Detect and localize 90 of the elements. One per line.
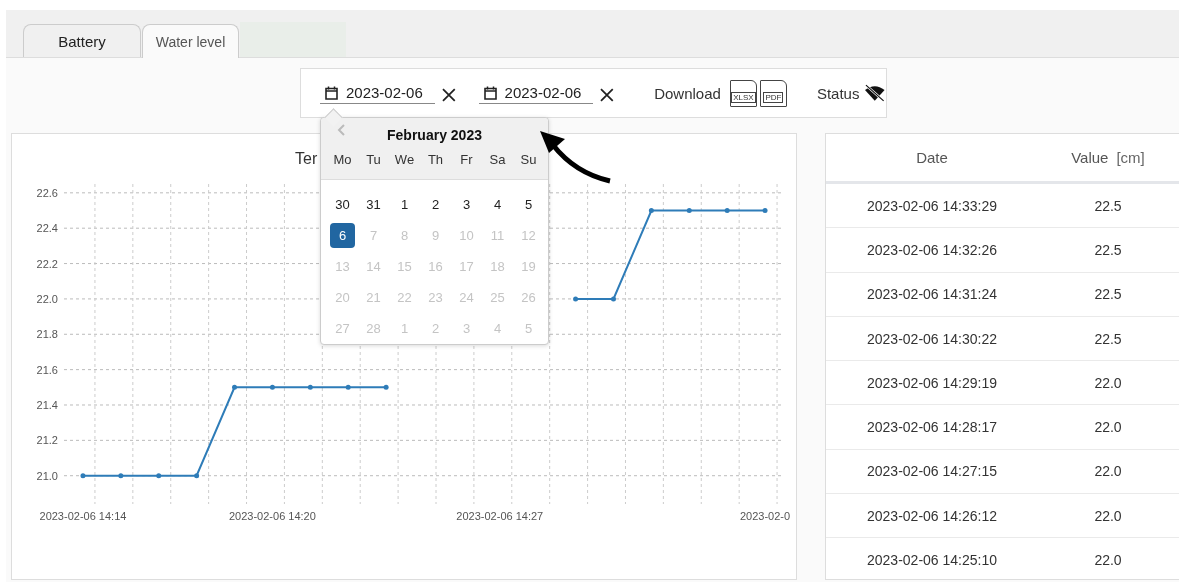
day-cell-text: 22 <box>396 289 413 307</box>
day-cell-text: 2 <box>430 320 441 338</box>
table-cell-text: 2023-02-06 14:26:12 <box>866 507 998 524</box>
axis-label: 21.0 <box>36 469 58 482</box>
day-cell-text: 10 <box>458 227 475 245</box>
close-icon[interactable] <box>441 88 456 102</box>
table-cell-text: 2023-02-06 14:32:26 <box>866 241 998 258</box>
column-header: Value <box>1071 149 1109 166</box>
day-cell-text: 24 <box>458 289 475 307</box>
day-cell-text: 9 <box>430 227 441 245</box>
day-cell-text: 16 <box>427 258 444 276</box>
day-cell[interactable]: 30 <box>327 192 358 217</box>
day-cell-text: 19 <box>520 258 537 276</box>
table-cell-text: 22.5 <box>1093 330 1123 347</box>
axis-label: 2023-02-0 <box>739 510 791 522</box>
tab[interactable]: Battery <box>23 24 141 57</box>
table-cell-text: 22.5 <box>1093 197 1123 214</box>
axis-label: 21.4 <box>36 399 58 411</box>
day-cell[interactable]: 5 <box>513 192 544 217</box>
day-cell-text: 11 <box>489 227 506 245</box>
axis-label: 22.2 <box>36 257 58 270</box>
weekday-label: We <box>393 152 416 167</box>
day-cell-text: 3 <box>461 320 472 338</box>
close-icon[interactable] <box>600 88 615 102</box>
weekday-label: Sa <box>488 152 507 167</box>
table-cell-text: 2023-02-06 14:31:24 <box>866 286 998 303</box>
table-cell-text: 2023-02-06 14:28:17 <box>866 419 998 436</box>
file-download-button[interactable]: XLSX <box>729 79 757 107</box>
day-cell[interactable]: 3 <box>451 192 482 217</box>
day-cell[interactable]: 2 <box>420 192 451 217</box>
axis-label: 21.6 <box>36 363 58 376</box>
day-cell-text: 20 <box>334 289 351 307</box>
day-cell-text: 15 <box>396 258 413 276</box>
day-cell-text: 1 <box>399 320 410 338</box>
table-cell-text: 22.0 <box>1093 552 1123 568</box>
axis-label: 21.2 <box>36 434 58 447</box>
table-cell-text: 22.0 <box>1093 374 1123 391</box>
month-title: February 2023 <box>387 127 482 143</box>
day-cell[interactable]: 1 <box>389 192 420 217</box>
unit-label: [cm] <box>1116 149 1145 166</box>
axis-label: 22.6 <box>36 186 58 199</box>
axis-label: 2023-02-06 14:27 <box>456 510 544 522</box>
day-cell-text: 12 <box>520 227 537 245</box>
day-cell-text: 25 <box>489 289 506 307</box>
day-cell-text: 23 <box>427 289 444 307</box>
weekday-label: Su <box>519 152 538 167</box>
table-cell-text: 2023-02-06 14:30:22 <box>866 330 998 347</box>
day-cell-text: 8 <box>399 227 410 245</box>
day-cell[interactable]: 31 <box>358 192 389 217</box>
day-cell[interactable]: 4 <box>482 192 513 217</box>
day-cell-text: 18 <box>489 258 506 276</box>
day-cell-text: 5 <box>523 320 534 338</box>
table-cell-text: 2023-02-06 14:25:10 <box>866 552 998 568</box>
day-cell-text: 27 <box>334 320 351 338</box>
day-cell-text: 28 <box>365 320 382 338</box>
weekday-label: Th <box>426 152 445 167</box>
day-cell-text: 14 <box>365 258 382 276</box>
axis-label: 2023-02-06 14:14 <box>39 510 127 522</box>
day-cell-text: 17 <box>458 258 475 276</box>
date-field[interactable]: 2023-02-06 <box>478 82 594 104</box>
axis-label: 21.8 <box>36 328 58 341</box>
weekday-label: Tu <box>365 152 382 167</box>
weekday-label: Fr <box>459 152 474 167</box>
day-cell[interactable]: 6 <box>330 223 355 248</box>
day-cell-text: 26 <box>520 289 537 307</box>
table-cell-text: 22.0 <box>1093 463 1123 480</box>
day-cell-text: 7 <box>368 227 379 245</box>
file-download-button[interactable]: PDF <box>759 79 787 107</box>
table-cell-text: 22.5 <box>1093 241 1123 258</box>
day-cell-text: 13 <box>334 258 351 276</box>
table-cell-text: 22.0 <box>1093 507 1123 524</box>
axis-label: 22.0 <box>36 292 58 305</box>
calendar-icon <box>325 85 338 100</box>
column-header: Date <box>915 149 949 166</box>
table-cell-text: 2023-02-06 14:29:19 <box>866 374 998 391</box>
tab[interactable]: Water level <box>142 24 239 58</box>
day-cell-text: 4 <box>492 320 503 338</box>
table-cell-text: 2023-02-06 14:33:29 <box>866 197 998 214</box>
calendar-icon <box>483 85 497 100</box>
download-label: Download <box>654 84 721 102</box>
table-cell-text: 2023-02-06 14:27:15 <box>866 463 998 480</box>
table-cell-text: 22.0 <box>1093 419 1123 436</box>
weekday-label: Mo <box>332 152 353 167</box>
date-field[interactable]: 2023-02-06 <box>320 82 435 104</box>
status-label: Status <box>816 84 860 102</box>
day-cell-text: 21 <box>365 289 382 307</box>
axis-label: 22.4 <box>36 222 58 235</box>
table-cell-text: 22.5 <box>1093 286 1123 303</box>
chart-title: Ter <box>295 150 318 167</box>
axis-label: 2023-02-06 14:20 <box>229 510 316 522</box>
